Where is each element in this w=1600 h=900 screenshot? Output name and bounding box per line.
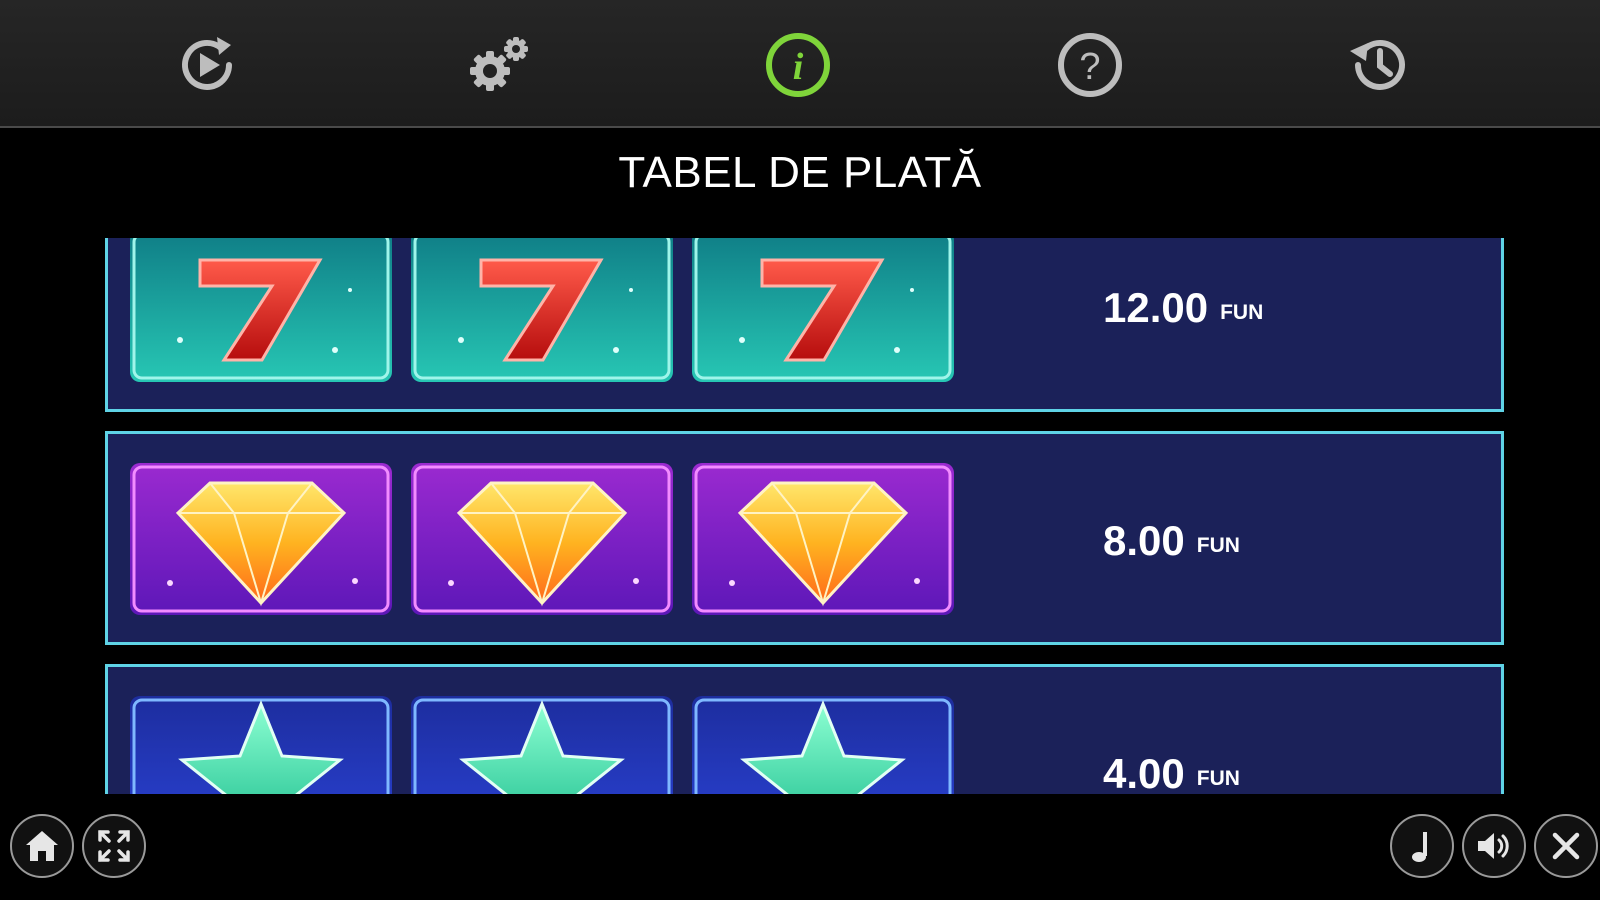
settings-button[interactable] [458, 25, 538, 105]
green-star-icon [411, 696, 673, 794]
info-icon: i [766, 33, 830, 97]
autoplay-icon [182, 37, 232, 90]
info-button[interactable]: i [758, 25, 838, 105]
bottom-bar [0, 794, 1600, 900]
svg-text:i: i [793, 46, 804, 88]
paytable-scroll-area[interactable]: 12.00 FUN 8.00 FUN 4.00 FUN [0, 238, 1600, 794]
autoplay-button[interactable] [167, 25, 247, 105]
top-navigation-bar: i ? [0, 0, 1600, 128]
fullscreen-icon [98, 830, 130, 862]
payout-amount: 8.00 [1103, 517, 1185, 564]
music-icon [1412, 832, 1427, 862]
help-icon: ? [1058, 33, 1122, 97]
close-button[interactable] [1534, 814, 1598, 878]
page-title: TABEL DE PLATĂ [618, 148, 982, 197]
red-seven-icon [692, 238, 954, 382]
red-seven-icon [130, 238, 392, 382]
green-star-icon [130, 696, 392, 794]
payout-value: 12.00 FUN [1103, 238, 1263, 415]
gear-icon [470, 37, 528, 91]
paytable-row-star: 4.00 FUN [105, 664, 1504, 794]
diamond-icon [411, 463, 673, 615]
paytable-row-diamond: 8.00 FUN [105, 431, 1504, 645]
home-button[interactable] [10, 814, 74, 878]
close-icon [1552, 832, 1580, 860]
history-icon [1350, 39, 1405, 90]
sound-button[interactable] [1462, 814, 1526, 878]
svg-text:?: ? [1079, 46, 1100, 88]
sound-icon [1478, 833, 1509, 859]
payout-currency: FUN [1196, 534, 1240, 557]
payout-currency: FUN [1196, 767, 1240, 790]
home-icon [26, 831, 58, 861]
paytable-row-seven: 12.00 FUN [105, 238, 1504, 412]
history-button[interactable] [1340, 25, 1420, 105]
green-star-icon [692, 696, 954, 794]
red-seven-icon [411, 238, 673, 382]
payout-value: 4.00 FUN [1103, 667, 1240, 794]
payout-amount: 4.00 [1103, 750, 1185, 794]
diamond-icon [130, 463, 392, 615]
fullscreen-button[interactable] [82, 814, 146, 878]
payout-value: 8.00 FUN [1103, 434, 1240, 648]
music-button[interactable] [1390, 814, 1454, 878]
payout-amount: 12.00 [1103, 284, 1209, 331]
help-button[interactable]: ? [1050, 25, 1130, 105]
diamond-icon [692, 463, 954, 615]
payout-currency: FUN [1220, 301, 1264, 324]
